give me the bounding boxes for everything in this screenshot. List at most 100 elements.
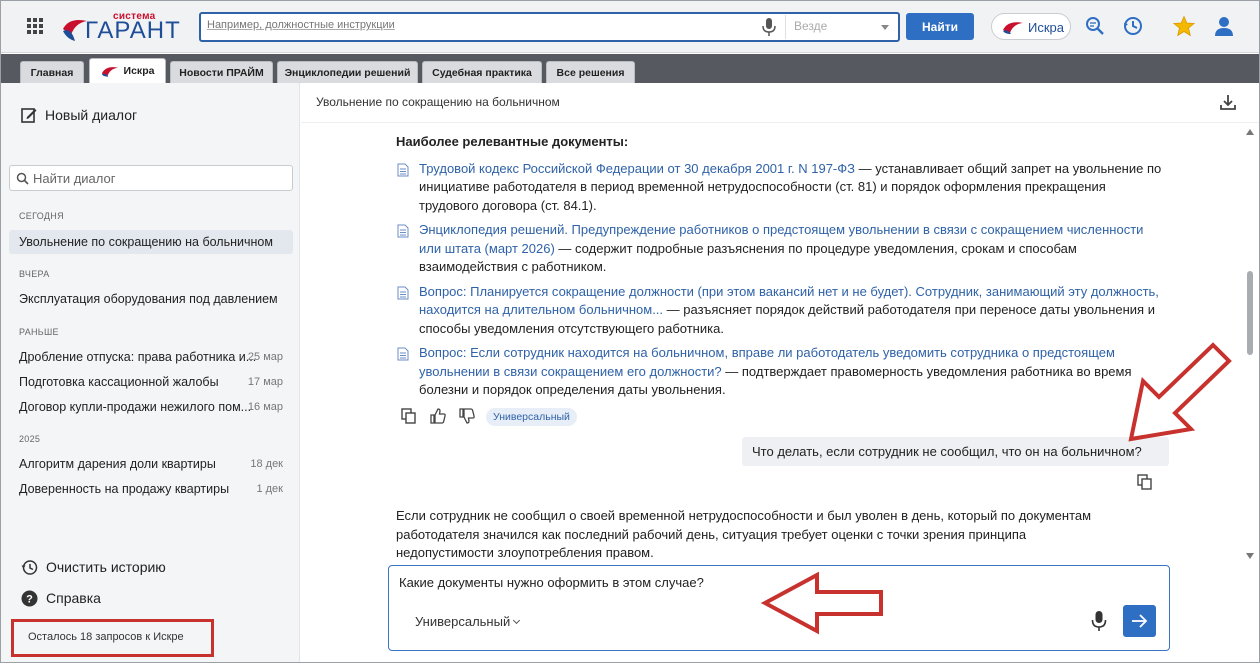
history-item-title: Дробление отпуска: права работника и... (19, 350, 257, 364)
thumbs-up-icon[interactable] (430, 408, 446, 424)
help-label: Справка (46, 590, 101, 606)
find-dialog-input[interactable]: Найти диалог (9, 165, 293, 191)
history-item-date: 17 мар (247, 376, 283, 388)
thumbs-down-icon[interactable] (459, 408, 475, 424)
copy-icon[interactable] (401, 408, 417, 424)
section-earlier: РАНЬШЕ (19, 327, 59, 337)
document-item: Трудовой кодекс Российской Федерации от … (396, 160, 1166, 216)
find-button[interactable]: Найти (906, 13, 974, 40)
search-icon (16, 172, 29, 185)
chevron-down-icon (513, 616, 521, 624)
history-item[interactable]: Договор купли-продажи нежилого пом... 16… (9, 395, 293, 419)
logo-title: ГАРАНТ (85, 17, 181, 44)
composer-input[interactable]: Какие документы нужно оформить в этом сл… (399, 575, 704, 590)
assistant-answer-text: Если сотрудник не сообщил о своей времен… (396, 508, 1092, 560)
dialog-sidebar: Новый диалог Найти диалог СЕГОДНЯ Увольн… (1, 83, 300, 662)
iskra-logo-icon (101, 67, 118, 77)
history-item[interactable]: Подготовка кассационной жалобы 17 мар (9, 370, 293, 394)
history-item[interactable]: Доверенность на продажу квартиры 1 дек (9, 477, 293, 501)
tab-label: Главная (30, 66, 74, 79)
tab-all-solutions[interactable]: Все решения (546, 61, 635, 83)
top-header: система ГАРАНТ Например, должностные инс… (1, 1, 1259, 53)
user-message: Что делать, если сотрудник не сообщил, ч… (742, 437, 1169, 466)
tab-label: Все решения (556, 66, 625, 79)
tab-home[interactable]: Главная (20, 61, 84, 83)
garant-logo[interactable]: система ГАРАНТ (61, 11, 186, 44)
help-button[interactable]: ? Справка (21, 588, 101, 608)
scrollbar-thumb[interactable] (1247, 271, 1253, 355)
copy-icon[interactable] (1137, 474, 1153, 490)
find-dialog-placeholder: Найти диалог (33, 171, 116, 186)
history-item-title: Договор купли-продажи нежилого пом... (19, 400, 252, 414)
document-item: Вопрос: Планируется сокращение должности… (396, 283, 1166, 339)
relevant-documents-heading: Наиболее релевантные документы: (396, 134, 629, 149)
history-item-date: 18 дек (250, 458, 283, 470)
svg-text:?: ? (26, 593, 33, 605)
document-icon (397, 286, 409, 299)
history-item-date: 25 мар (247, 351, 283, 363)
arrow-right-icon (1132, 614, 1148, 628)
document-item: Вопрос: Если сотрудник находится на боль… (396, 344, 1166, 400)
section-yesterday: ВЧЕРА (19, 269, 50, 279)
tab-label: Новости ПРАЙМ (179, 66, 264, 79)
iskra-label: Искра (1028, 20, 1064, 35)
search-scope-value: Везде (794, 19, 828, 33)
edit-icon (21, 108, 37, 123)
section-2025: 2025 (19, 434, 41, 444)
assistant-message: Наиболее релевантные документы: Трудовой… (396, 133, 1166, 406)
clear-history-label: Очистить историю (46, 559, 166, 575)
user-profile-icon[interactable] (1213, 15, 1235, 37)
tab-bar: Главная Искра Новости ПРАЙМ Энциклопедии… (1, 54, 1259, 83)
smart-search-icon[interactable] (1084, 15, 1106, 37)
mode-tag: Универсальный (486, 408, 577, 426)
tab-prime-news[interactable]: Новости ПРАЙМ (170, 61, 273, 83)
microphone-icon[interactable] (1091, 610, 1107, 632)
divider (301, 122, 1259, 123)
tab-label: Энциклопедии решений (284, 66, 411, 79)
iskra-button[interactable]: Искра (991, 13, 1071, 40)
search-bar[interactable]: Например, должностные инструкции Везде (199, 12, 900, 42)
history-item-title: Подготовка кассационной жалобы (19, 375, 219, 389)
new-dialog-label: Новый диалог (45, 107, 138, 123)
iskra-logo-icon (1003, 22, 1023, 34)
history-icon (21, 559, 38, 575)
mode-select-value: Универсальный (415, 614, 511, 629)
user-message-text: Что делать, если сотрудник не сообщил, ч… (752, 444, 1142, 459)
chevron-down-icon (881, 25, 889, 30)
history-item[interactable]: Алгоритм дарения доли квартиры 18 дек (9, 452, 293, 476)
requests-quota-badge: Осталось 18 запросов к Искре (11, 619, 214, 657)
chat-panel: Увольнение по сокращению на больничном Н… (301, 83, 1259, 662)
chat-scrollbar[interactable] (1243, 127, 1257, 559)
send-button[interactable] (1123, 605, 1156, 637)
history-item-title: Доверенность на продажу квартиры (19, 482, 230, 496)
microphone-icon[interactable] (761, 17, 777, 37)
download-icon[interactable] (1219, 93, 1237, 111)
document-icon (397, 163, 409, 176)
search-scope-select[interactable]: Везде (785, 15, 898, 39)
help-icon: ? (21, 590, 38, 606)
history-item[interactable]: Эксплуатация оборудования под давлением (9, 287, 293, 311)
apps-grid-icon[interactable] (27, 18, 43, 34)
tab-label: Судебная практика (432, 66, 532, 79)
document-link[interactable]: Трудовой кодекс Российской Федерации от … (419, 161, 855, 176)
app-window: система ГАРАНТ Например, должностные инс… (0, 0, 1260, 663)
history-item-title: Увольнение по сокращению на больничном (19, 235, 273, 249)
message-composer[interactable]: Какие документы нужно оформить в этом сл… (388, 565, 1170, 651)
tab-iskra[interactable]: Искра (89, 58, 166, 83)
history-item[interactable]: Дробление отпуска: права работника и... … (9, 345, 293, 369)
document-icon (397, 224, 409, 238)
search-input[interactable]: Например, должностные инструкции (207, 19, 395, 31)
scroll-up-arrow-icon[interactable] (1246, 129, 1254, 135)
history-item-date: 16 мар (247, 401, 283, 413)
mode-select[interactable]: Универсальный (415, 614, 521, 629)
favorites-star-icon[interactable] (1173, 15, 1195, 37)
history-item[interactable]: Увольнение по сокращению на больничном (9, 230, 293, 254)
history-item-date: 1 дек (256, 483, 283, 495)
new-dialog-button[interactable]: Новый диалог (21, 105, 137, 125)
tab-court-practice[interactable]: Судебная практика (422, 61, 542, 83)
scroll-down-arrow-icon[interactable] (1246, 553, 1254, 559)
document-item: Энциклопедия решений. Предупреждение раб… (396, 221, 1166, 277)
clear-history-button[interactable]: Очистить историю (21, 557, 166, 577)
tab-encyclopedia[interactable]: Энциклопедии решений (277, 61, 418, 83)
history-icon[interactable] (1122, 15, 1144, 37)
